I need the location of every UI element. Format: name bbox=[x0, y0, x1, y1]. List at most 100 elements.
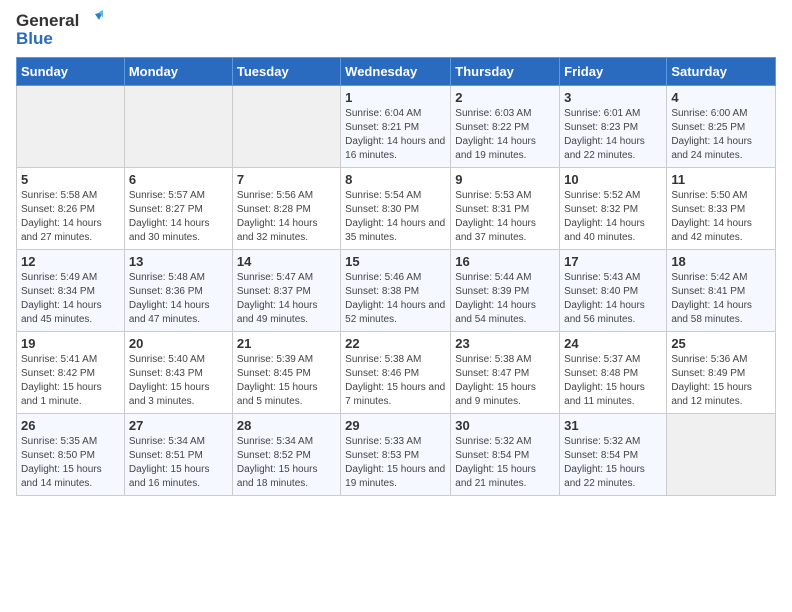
day-number: 1 bbox=[345, 90, 446, 105]
weekday-header-friday: Friday bbox=[560, 57, 667, 85]
weekday-header-saturday: Saturday bbox=[667, 57, 776, 85]
day-cell: 29Sunrise: 5:33 AM Sunset: 8:53 PM Dayli… bbox=[341, 413, 451, 495]
day-cell: 20Sunrise: 5:40 AM Sunset: 8:43 PM Dayli… bbox=[124, 331, 232, 413]
day-cell: 6 Sunrise: 5:57 AM Sunset: 8:27 PM Daylig… bbox=[124, 167, 232, 249]
weekday-header-row: SundayMondayTuesdayWednesdayThursdayFrid… bbox=[17, 57, 776, 85]
day-info: Sunrise: 5:46 AM Sunset: 8:38 PM Dayligh… bbox=[345, 271, 446, 327]
day-info: Sunrise: 5:49 AM Sunset: 8:34 PM Dayligh… bbox=[21, 271, 120, 327]
day-info: Sunrise: 5:32 AM Sunset: 8:54 PM Dayligh… bbox=[564, 435, 662, 491]
week-row-5: 26 Sunrise: 5:35 AM Sunset: 8:50 PM Dayli… bbox=[17, 413, 776, 495]
logo-general-text: General bbox=[16, 12, 79, 31]
day-number: 13 bbox=[129, 254, 228, 269]
day-info: Sunrise: 5:39 AM Sunset: 8:45 PM Dayligh… bbox=[237, 353, 336, 409]
day-number: 17 bbox=[564, 254, 662, 269]
day-number: 16 bbox=[455, 254, 555, 269]
day-number: 2 bbox=[455, 90, 555, 105]
day-cell: 4Sunrise: 6:00 AM Sunset: 8:25 PM Daylig… bbox=[667, 85, 776, 167]
day-number: 5 bbox=[21, 172, 120, 187]
weekday-header-tuesday: Tuesday bbox=[232, 57, 340, 85]
day-number: 3 bbox=[564, 90, 662, 105]
day-info: Sunrise: 5:34 AM Sunset: 8:52 PM Dayligh… bbox=[237, 435, 336, 491]
day-info: Sunrise: 5:50 AM Sunset: 8:33 PM Dayligh… bbox=[671, 189, 771, 245]
day-cell: 9 Sunrise: 5:53 AM Sunset: 8:31 PM Daylig… bbox=[451, 167, 560, 249]
day-info: Sunrise: 5:58 AM Sunset: 8:26 PM Dayligh… bbox=[21, 189, 120, 245]
calendar: SundayMondayTuesdayWednesdayThursdayFrid… bbox=[16, 57, 776, 496]
day-cell: 25 Sunrise: 5:36 AM Sunset: 8:49 PM Dayli… bbox=[667, 331, 776, 413]
day-cell: 10Sunrise: 5:52 AM Sunset: 8:32 PM Dayli… bbox=[560, 167, 667, 249]
day-cell: 30 Sunrise: 5:32 AM Sunset: 8:54 PM Dayli… bbox=[451, 413, 560, 495]
day-number: 6 bbox=[129, 172, 228, 187]
page: General Blue SundayMondayTuesdayWednesda… bbox=[0, 0, 792, 506]
day-cell bbox=[124, 85, 232, 167]
logo-blue-text: Blue bbox=[16, 30, 103, 49]
weekday-header-wednesday: Wednesday bbox=[341, 57, 451, 85]
day-cell: 15 Sunrise: 5:46 AM Sunset: 8:38 PM Dayli… bbox=[341, 249, 451, 331]
day-cell: 22Sunrise: 5:38 AM Sunset: 8:46 PM Dayli… bbox=[341, 331, 451, 413]
day-info: Sunrise: 6:04 AM Sunset: 8:21 PM Dayligh… bbox=[345, 107, 446, 163]
day-info: Sunrise: 5:53 AM Sunset: 8:31 PM Dayligh… bbox=[455, 189, 555, 245]
weekday-header-monday: Monday bbox=[124, 57, 232, 85]
day-number: 29 bbox=[345, 418, 446, 433]
day-info: Sunrise: 5:42 AM Sunset: 8:41 PM Dayligh… bbox=[671, 271, 771, 327]
week-row-3: 12 Sunrise: 5:49 AM Sunset: 8:34 PM Dayli… bbox=[17, 249, 776, 331]
day-info: Sunrise: 5:34 AM Sunset: 8:51 PM Dayligh… bbox=[129, 435, 228, 491]
day-cell: 12 Sunrise: 5:49 AM Sunset: 8:34 PM Dayli… bbox=[17, 249, 125, 331]
day-number: 19 bbox=[21, 336, 120, 351]
weekday-header-sunday: Sunday bbox=[17, 57, 125, 85]
day-number: 21 bbox=[237, 336, 336, 351]
day-cell: 23 Sunrise: 5:38 AM Sunset: 8:47 PM Dayli… bbox=[451, 331, 560, 413]
day-number: 11 bbox=[671, 172, 771, 187]
day-cell: 13 Sunrise: 5:48 AM Sunset: 8:36 PM Dayli… bbox=[124, 249, 232, 331]
day-number: 26 bbox=[21, 418, 120, 433]
day-number: 25 bbox=[671, 336, 771, 351]
day-cell: 19Sunrise: 5:41 AM Sunset: 8:42 PM Dayli… bbox=[17, 331, 125, 413]
day-info: Sunrise: 5:38 AM Sunset: 8:47 PM Dayligh… bbox=[455, 353, 555, 409]
day-cell: 17 Sunrise: 5:43 AM Sunset: 8:40 PM Dayli… bbox=[560, 249, 667, 331]
day-number: 12 bbox=[21, 254, 120, 269]
logo: General Blue bbox=[16, 10, 103, 49]
day-cell bbox=[17, 85, 125, 167]
day-info: Sunrise: 5:56 AM Sunset: 8:28 PM Dayligh… bbox=[237, 189, 336, 245]
day-number: 7 bbox=[237, 172, 336, 187]
day-cell: 14Sunrise: 5:47 AM Sunset: 8:37 PM Dayli… bbox=[232, 249, 340, 331]
day-cell: 3 Sunrise: 6:01 AM Sunset: 8:23 PM Daylig… bbox=[560, 85, 667, 167]
day-cell: 7 Sunrise: 5:56 AM Sunset: 8:28 PM Daylig… bbox=[232, 167, 340, 249]
day-number: 23 bbox=[455, 336, 555, 351]
day-cell: 31Sunrise: 5:32 AM Sunset: 8:54 PM Dayli… bbox=[560, 413, 667, 495]
weekday-header-thursday: Thursday bbox=[451, 57, 560, 85]
day-number: 10 bbox=[564, 172, 662, 187]
day-info: Sunrise: 5:48 AM Sunset: 8:36 PM Dayligh… bbox=[129, 271, 228, 327]
week-row-1: 1 Sunrise: 6:04 AM Sunset: 8:21 PM Daylig… bbox=[17, 85, 776, 167]
week-row-2: 5 Sunrise: 5:58 AM Sunset: 8:26 PM Daylig… bbox=[17, 167, 776, 249]
day-number: 24 bbox=[564, 336, 662, 351]
day-info: Sunrise: 5:43 AM Sunset: 8:40 PM Dayligh… bbox=[564, 271, 662, 327]
day-cell: 26 Sunrise: 5:35 AM Sunset: 8:50 PM Dayli… bbox=[17, 413, 125, 495]
day-number: 15 bbox=[345, 254, 446, 269]
day-info: Sunrise: 5:32 AM Sunset: 8:54 PM Dayligh… bbox=[455, 435, 555, 491]
day-info: Sunrise: 5:37 AM Sunset: 8:48 PM Dayligh… bbox=[564, 353, 662, 409]
day-cell: 16 Sunrise: 5:44 AM Sunset: 8:39 PM Dayli… bbox=[451, 249, 560, 331]
day-cell: 1 Sunrise: 6:04 AM Sunset: 8:21 PM Daylig… bbox=[341, 85, 451, 167]
day-info: Sunrise: 5:44 AM Sunset: 8:39 PM Dayligh… bbox=[455, 271, 555, 327]
day-cell: 18 Sunrise: 5:42 AM Sunset: 8:41 PM Dayli… bbox=[667, 249, 776, 331]
day-cell: 27Sunrise: 5:34 AM Sunset: 8:51 PM Dayli… bbox=[124, 413, 232, 495]
week-row-4: 19Sunrise: 5:41 AM Sunset: 8:42 PM Dayli… bbox=[17, 331, 776, 413]
day-number: 18 bbox=[671, 254, 771, 269]
day-cell: 28 Sunrise: 5:34 AM Sunset: 8:52 PM Dayli… bbox=[232, 413, 340, 495]
day-cell: 11 Sunrise: 5:50 AM Sunset: 8:33 PM Dayli… bbox=[667, 167, 776, 249]
day-info: Sunrise: 5:35 AM Sunset: 8:50 PM Dayligh… bbox=[21, 435, 120, 491]
day-info: Sunrise: 5:47 AM Sunset: 8:37 PM Dayligh… bbox=[237, 271, 336, 327]
day-number: 30 bbox=[455, 418, 555, 433]
day-number: 28 bbox=[237, 418, 336, 433]
logo-bird-icon bbox=[81, 10, 103, 32]
day-info: Sunrise: 6:01 AM Sunset: 8:23 PM Dayligh… bbox=[564, 107, 662, 163]
day-info: Sunrise: 5:54 AM Sunset: 8:30 PM Dayligh… bbox=[345, 189, 446, 245]
day-cell bbox=[667, 413, 776, 495]
day-number: 20 bbox=[129, 336, 228, 351]
day-cell: 5 Sunrise: 5:58 AM Sunset: 8:26 PM Daylig… bbox=[17, 167, 125, 249]
day-number: 22 bbox=[345, 336, 446, 351]
day-number: 9 bbox=[455, 172, 555, 187]
day-info: Sunrise: 5:57 AM Sunset: 8:27 PM Dayligh… bbox=[129, 189, 228, 245]
day-info: Sunrise: 5:36 AM Sunset: 8:49 PM Dayligh… bbox=[671, 353, 771, 409]
day-cell: 8Sunrise: 5:54 AM Sunset: 8:30 PM Daylig… bbox=[341, 167, 451, 249]
